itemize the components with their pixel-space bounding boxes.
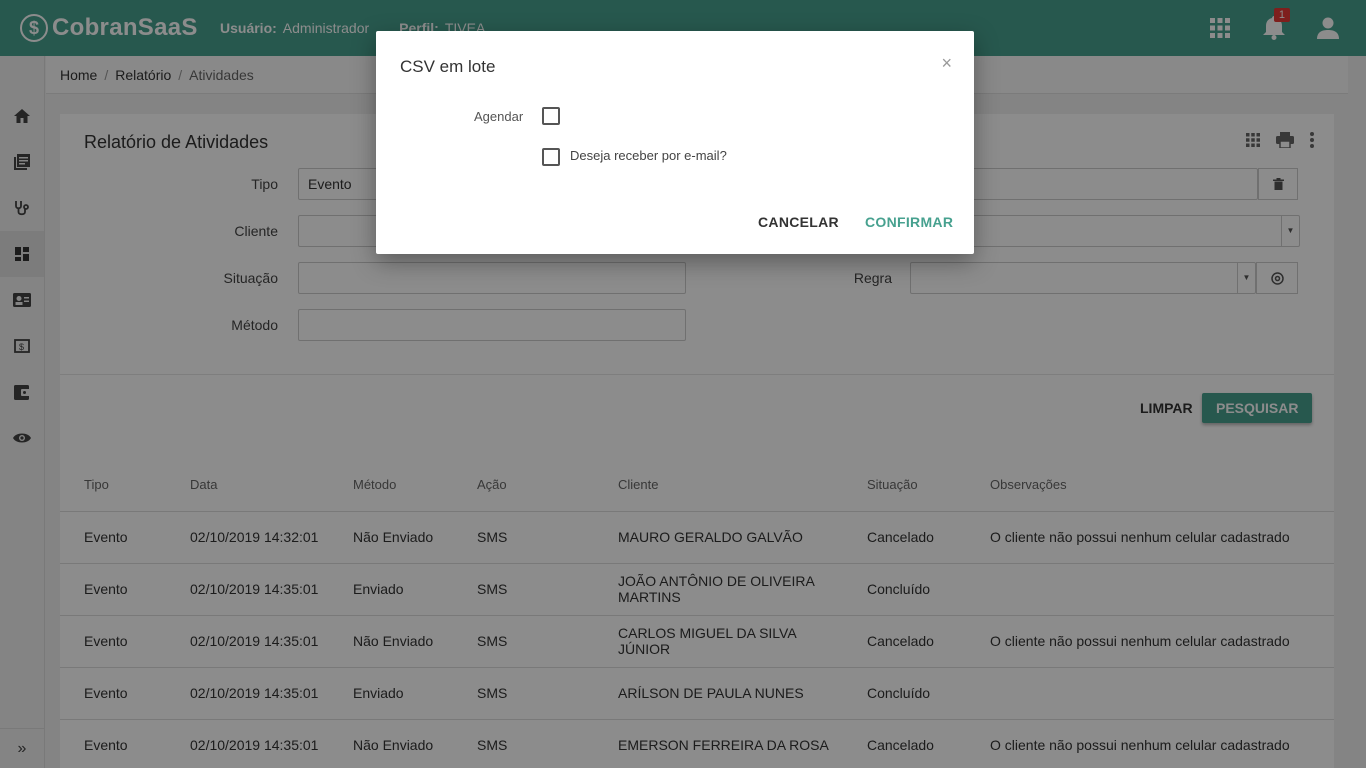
- email-checkbox[interactable]: [542, 148, 560, 166]
- confirm-button[interactable]: CONFIRMAR: [865, 211, 953, 233]
- csv-batch-dialog: CSV em lote × Agendar Deseja receber por…: [376, 31, 974, 254]
- agendar-checkbox[interactable]: [542, 107, 560, 125]
- email-checkbox-label[interactable]: Deseja receber por e-mail?: [570, 148, 727, 163]
- close-icon[interactable]: ×: [941, 53, 952, 74]
- dialog-title: CSV em lote: [400, 57, 496, 76]
- agendar-label: Agendar: [474, 109, 524, 124]
- cancel-button[interactable]: CANCELAR: [758, 211, 839, 233]
